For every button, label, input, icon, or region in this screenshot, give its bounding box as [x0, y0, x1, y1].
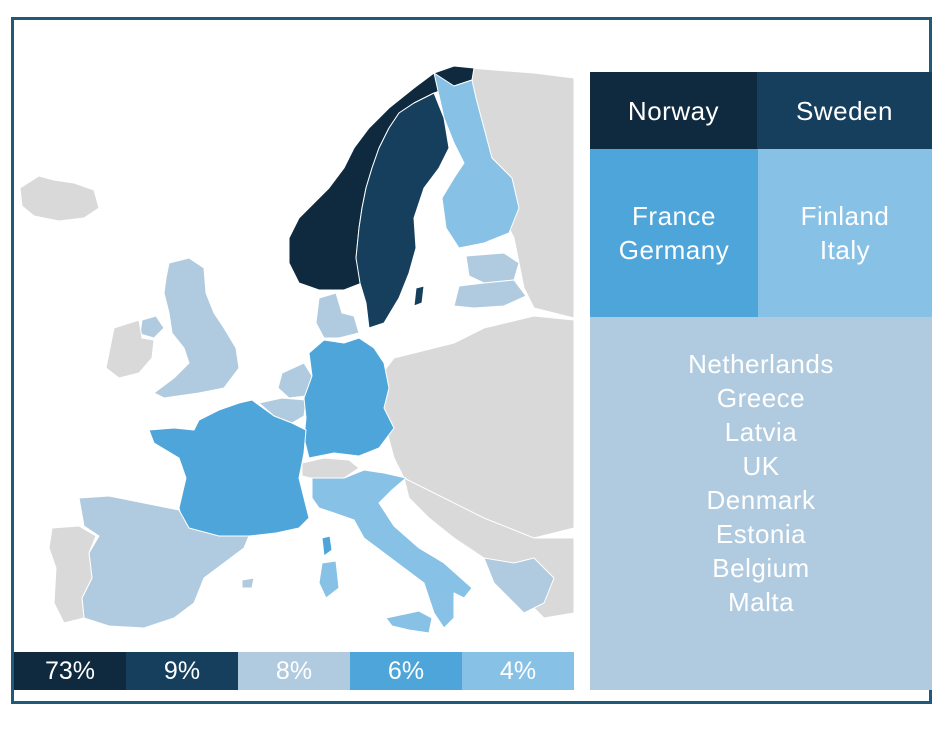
tile-label-italy: Italy — [819, 235, 871, 265]
tile-finland-italy[interactable]: Finland Italy — [758, 149, 932, 317]
tile-sweden[interactable]: Sweden — [757, 72, 932, 149]
tile-label-belgium: Belgium — [712, 553, 810, 583]
legend-label: 73% — [44, 656, 96, 685]
map-region-latvia[interactable] — [453, 279, 527, 309]
map-region-sardinia[interactable] — [318, 560, 340, 599]
tile-others[interactable]: Netherlands Greece Latvia UK Denmark Est… — [590, 317, 932, 690]
map-region-denmark[interactable] — [315, 292, 360, 339]
legend-label: 9% — [163, 656, 201, 685]
map-region-iceland — [19, 175, 100, 222]
tile-label-denmark: Denmark — [706, 485, 816, 515]
tile-france-germany[interactable]: France Germany — [590, 149, 758, 317]
legend-cell-9[interactable]: 9% — [126, 652, 238, 690]
tile-label-finland: Finland — [800, 201, 890, 231]
europe-map — [19, 65, 574, 633]
map-region-uk[interactable] — [153, 257, 240, 399]
tile-label-france: France — [632, 201, 716, 231]
map-region-sicily[interactable] — [385, 610, 433, 633]
legend-cell-8[interactable]: 8% — [238, 652, 350, 690]
tile-label-greece: Greece — [716, 383, 806, 413]
treemap-legend: Norway Sweden France Germany Finland Ita… — [590, 72, 932, 690]
tile-label-netherlands: Netherlands — [688, 349, 834, 379]
map-region-northern-ireland[interactable] — [139, 315, 165, 339]
legend-label: 8% — [275, 656, 313, 685]
legend-label: 6% — [387, 656, 425, 685]
map-region-estonia[interactable] — [465, 252, 520, 284]
legend-cell-4[interactable]: 4% — [462, 652, 574, 690]
tile-label-estonia: Estonia — [715, 519, 807, 549]
map-region-corsica[interactable] — [321, 535, 333, 557]
map-region-balearic — [241, 577, 255, 589]
tile-label-sweden: Sweden — [796, 95, 893, 126]
map-region-germany[interactable] — [303, 337, 395, 459]
tile-label-uk: UK — [742, 451, 780, 481]
tile-norway[interactable]: Norway — [590, 72, 757, 149]
map-region-eastern-europe — [373, 315, 574, 539]
tile-label-germany: Germany — [618, 235, 730, 265]
legend-label: 4% — [499, 656, 537, 685]
legend-bar: 73% 9% 8% 6% 4% — [14, 652, 574, 690]
tile-label-latvia: Latvia — [724, 417, 798, 447]
legend-cell-6[interactable]: 6% — [350, 652, 462, 690]
tile-label-malta: Malta — [727, 587, 795, 617]
tile-label-norway: Norway — [627, 95, 720, 126]
map-region-gotland — [413, 285, 425, 307]
legend-cell-73[interactable]: 73% — [14, 652, 126, 690]
